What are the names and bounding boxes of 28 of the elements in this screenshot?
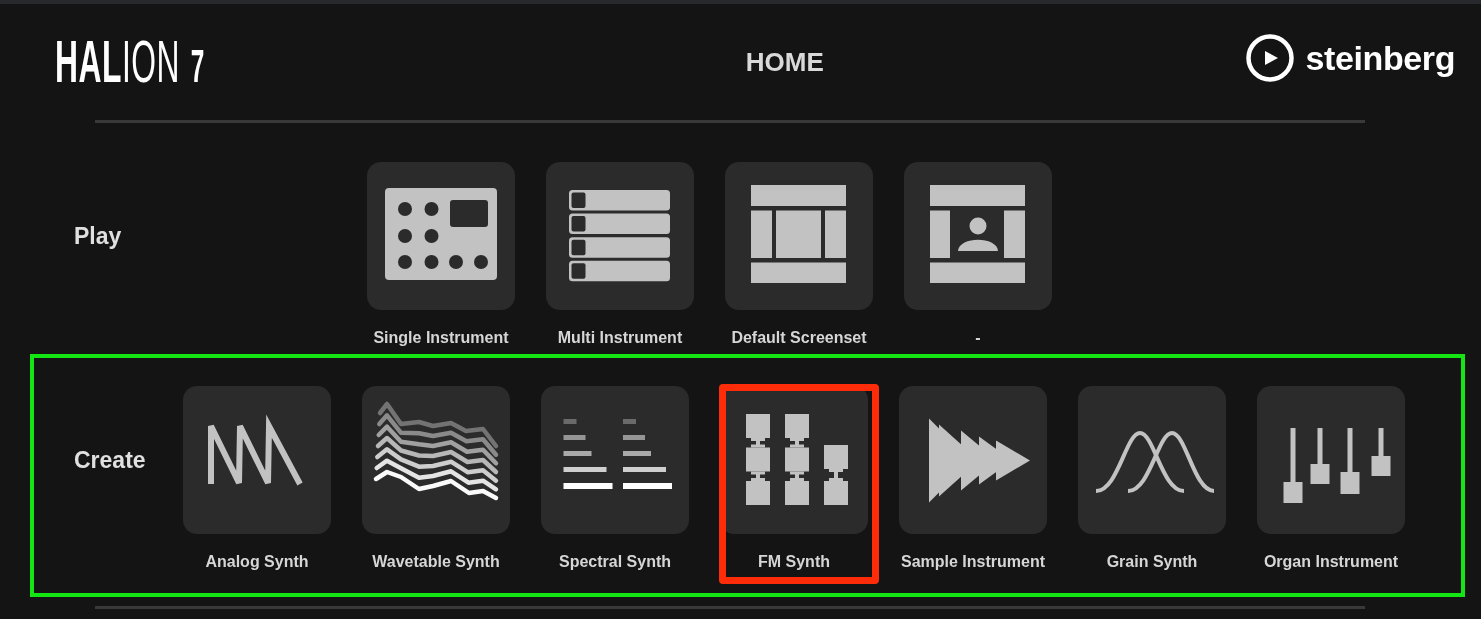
brand-name: steinberg [1305, 41, 1455, 75]
logo-wordmark: HALION [55, 32, 181, 92]
preset-button[interactable]: FM Synth [714, 386, 874, 572]
version-number: 7 [190, 43, 205, 89]
page-title: HOME [745, 46, 824, 77]
preset-button[interactable]: Analog Synth [177, 386, 337, 572]
bell-curves-icon [1078, 386, 1226, 534]
preset-button[interactable]: Sample Instrument [893, 386, 1053, 572]
triangles-icon [899, 386, 1047, 534]
faders-icon [1257, 386, 1405, 534]
preset-button[interactable]: Grain Synth [1072, 386, 1232, 572]
list-rows-icon [546, 162, 694, 310]
preset-button[interactable]: Spectral Synth [535, 386, 695, 572]
preset-button[interactable]: Single Instrument [361, 162, 521, 348]
preset-button[interactable]: Default Screenset [719, 162, 879, 348]
keypad-icon [367, 162, 515, 310]
panel-layout-icon [725, 162, 873, 310]
play-circle-icon [1245, 34, 1294, 82]
stacked-waves-icon [362, 386, 510, 534]
bar-levels-icon [541, 386, 689, 534]
preset-button[interactable]: - [898, 162, 1058, 348]
preset-button[interactable]: Multi Instrument [540, 162, 700, 348]
preset-button[interactable]: Organ Instrument [1251, 386, 1411, 572]
section-label: Play [74, 222, 122, 250]
sawtooth-wave-icon [183, 386, 331, 534]
preset-button[interactable]: Wavetable Synth [356, 386, 516, 572]
section-label: Create [74, 446, 146, 474]
person-panel-icon [904, 162, 1052, 310]
